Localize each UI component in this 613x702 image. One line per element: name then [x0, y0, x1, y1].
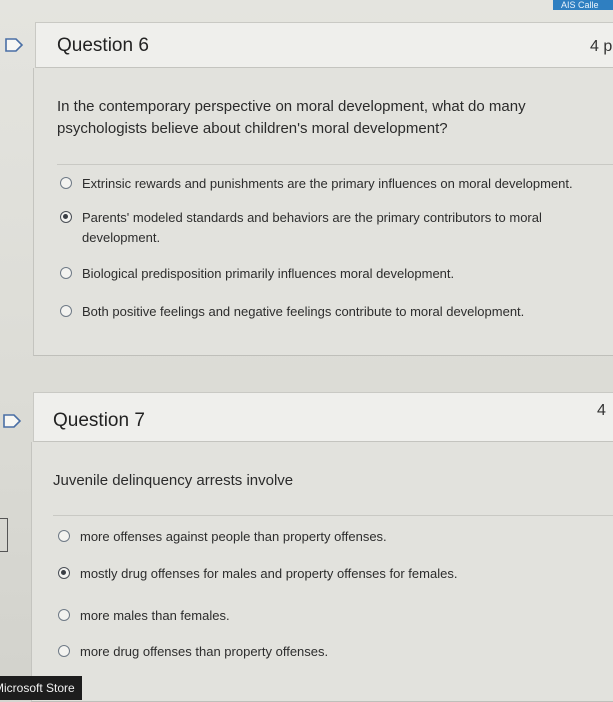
answer-option[interactable]: more drug offenses than property offense… [58, 642, 578, 662]
question-6-points: 4 p [590, 38, 613, 55]
top-right-tab-label: AIS Calle [561, 0, 599, 10]
radio-icon[interactable] [60, 267, 72, 279]
radio-icon[interactable] [60, 305, 72, 317]
radio-icon[interactable] [60, 177, 72, 189]
question-6-title: Question 6 [57, 35, 149, 56]
answer-option-selected[interactable]: mostly drug offenses for males and prope… [58, 564, 578, 584]
answer-option[interactable]: Biological predisposition primarily infl… [60, 264, 600, 284]
radio-checked-icon[interactable] [58, 567, 70, 579]
answer-label: more drug offenses than property offense… [80, 644, 329, 659]
answer-label: more offenses against people than proper… [80, 529, 387, 544]
radio-icon[interactable] [58, 609, 70, 621]
question-6-prompt: In the contemporary perspective on moral… [57, 98, 526, 137]
answer-option[interactable]: more males than females. [58, 606, 578, 626]
answer-label: Extrinsic rewards and punishments are th… [82, 176, 573, 191]
divider [57, 164, 613, 165]
radio-icon[interactable] [58, 530, 70, 542]
radio-icon[interactable] [58, 645, 70, 657]
question-7-prompt: Juvenile delinquency arrests involve [53, 472, 294, 489]
top-right-tab[interactable]: AIS Calle [553, 0, 613, 10]
answer-option[interactable]: Extrinsic rewards and punishments are th… [60, 174, 600, 194]
divider [53, 515, 613, 516]
taskbar-app-label[interactable]: Microsoft Store [0, 676, 82, 700]
answer-label: Biological predisposition primarily infl… [82, 266, 455, 281]
flag-question-icon[interactable] [2, 413, 22, 429]
question-7-points: 4 [597, 402, 606, 419]
answer-option-selected[interactable]: Parents' modeled standards and behaviors… [60, 208, 560, 248]
taskbar-app-text: Microsoft Store [0, 681, 75, 695]
answer-label: mostly drug offenses for males and prope… [80, 566, 458, 581]
answer-label: Parents' modeled standards and behaviors… [82, 210, 542, 245]
question-7-title: Question 7 [53, 410, 145, 431]
answer-option[interactable]: more offenses against people than proper… [58, 527, 578, 547]
radio-checked-icon[interactable] [60, 211, 72, 223]
answer-label: more males than females. [80, 608, 230, 623]
quiz-page: AIS Calle Question 6 4 p In the contempo… [0, 0, 613, 702]
answer-label: Both positive feelings and negative feel… [82, 304, 525, 319]
answer-option[interactable]: Both positive feelings and negative feel… [60, 302, 600, 322]
flag-question-icon[interactable] [4, 37, 24, 53]
window-edge-marker [0, 518, 8, 552]
